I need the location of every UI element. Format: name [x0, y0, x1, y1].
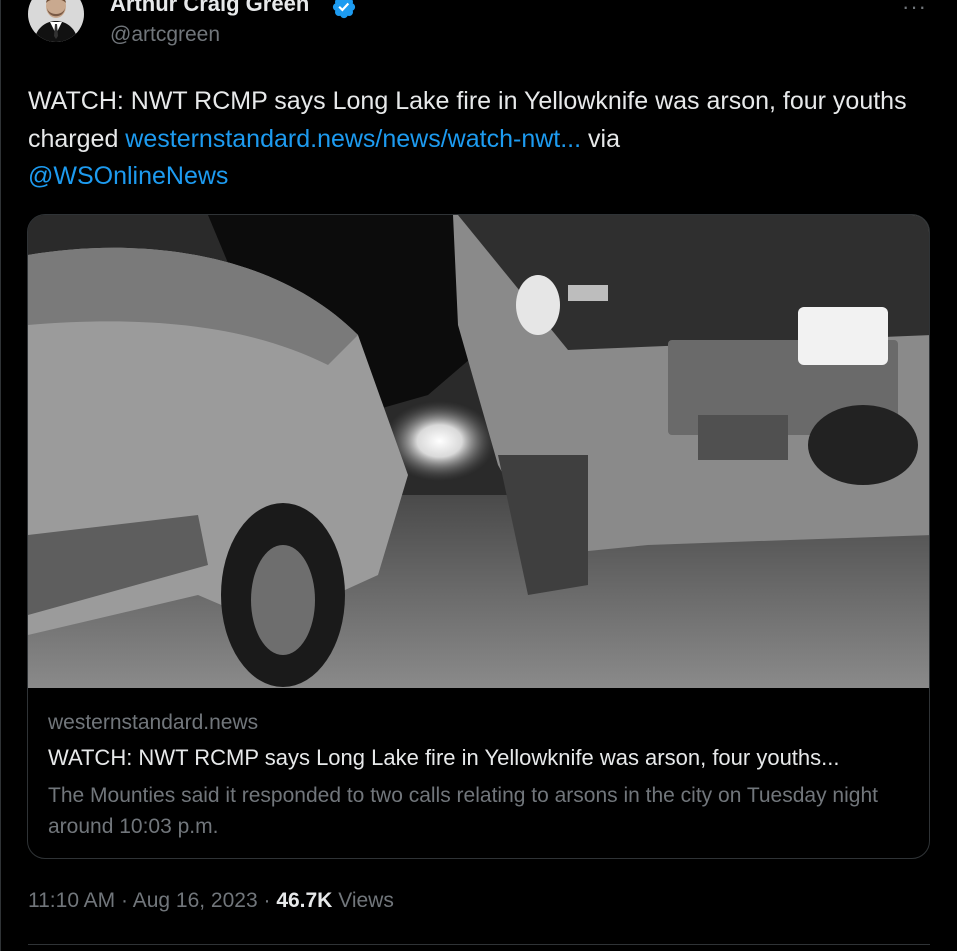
tweet-meta: 11:10 AM · Aug 16, 2023 · 46.7K Views	[28, 889, 394, 913]
tweet-mention[interactable]: @WSOnlineNews	[28, 162, 228, 190]
author-name[interactable]: Arthur Craig Green	[110, 0, 309, 17]
meta-separator: ·	[257, 889, 277, 912]
more-horizontal-icon[interactable]: ···	[902, 0, 927, 20]
tweet-time[interactable]: 11:10 AM	[28, 889, 115, 912]
avatar[interactable]	[28, 0, 84, 42]
divider	[28, 944, 930, 945]
card-description: The Mounties said it responded to two ca…	[48, 784, 878, 838]
link-card[interactable]: westernstandard.news WATCH: NWT RCMP say…	[27, 214, 930, 859]
tweet-link[interactable]: westernstandard.news/news/watch-nwt...	[125, 125, 581, 153]
author-handle[interactable]: @artcgreen	[110, 23, 220, 47]
tweet-text-via: via	[581, 124, 620, 153]
meta-separator: ·	[115, 889, 133, 912]
card-domain: westernstandard.news	[48, 711, 259, 734]
verified-badge-icon	[332, 0, 356, 19]
tweet-date[interactable]: Aug 16, 2023	[133, 889, 258, 912]
views-label: Views	[332, 889, 394, 912]
views-count[interactable]: 46.7K	[276, 889, 332, 912]
card-image[interactable]	[28, 215, 930, 688]
card-title[interactable]: WATCH: NWT RCMP says Long Lake fire in Y…	[48, 745, 918, 771]
timeline-divider	[0, 0, 1, 951]
tweet-text: WATCH: NWT RCMP says Long Lake fire in Y…	[28, 83, 928, 196]
